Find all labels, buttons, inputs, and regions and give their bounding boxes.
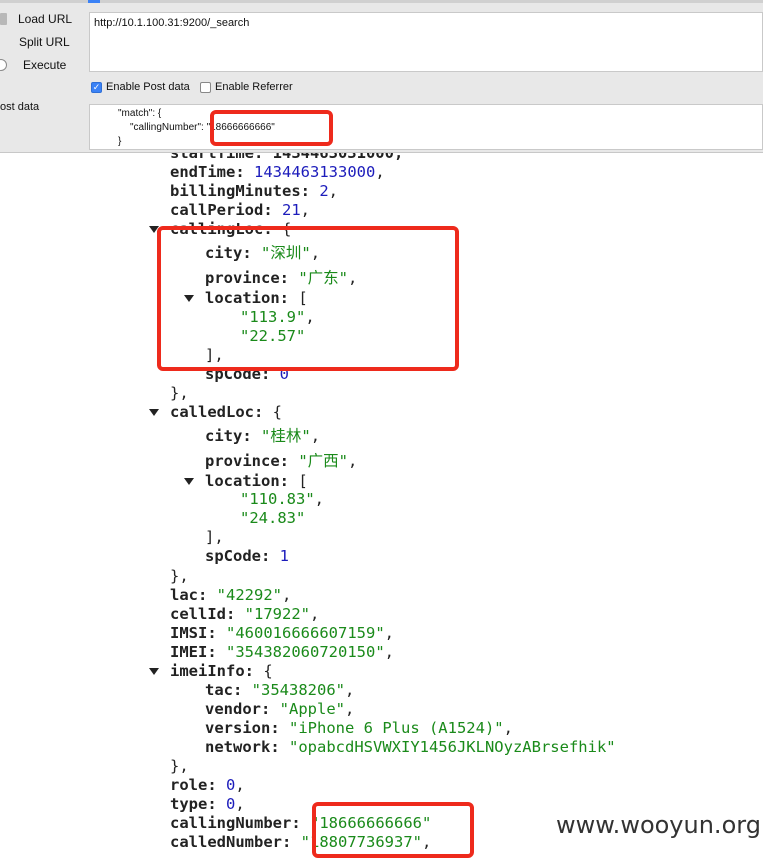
json-line-endtime: endTime: 1434463133000, [170,163,385,181]
json-line-calledloc: calledLoc: { [170,403,283,421]
json-line-imeiinfo: imeiInfo: { [170,662,273,680]
json-line-calledloc-location-close: ], [205,528,224,546]
highlight-callingloc [157,226,459,371]
json-line-callingloc-close: }, [170,384,189,402]
json-line-callperiod: callPeriod: 21, [170,201,311,219]
json-line-calledloc-close: }, [170,567,189,585]
enable-referrer-checkbox[interactable]: Enable Referrer [200,81,293,93]
json-line-imeiinfo-close: }, [170,757,189,775]
json-line-vendor: vendor: "Apple", [205,700,355,718]
hackbar-toolbar: Load URL Split URL Execute http://10.1.1… [0,0,763,153]
collapse-calledloc-icon[interactable] [149,409,159,416]
json-line-cellid: cellId: "17922", [170,605,320,623]
split-url-label: Split URL [19,35,70,49]
json-line-calledloc-spcode: spCode: 1 [205,547,290,565]
json-line-calledloc-province: province: "广西", [205,452,358,470]
split-url-button[interactable]: Split URL [0,33,70,51]
post-line-close: } [118,136,122,147]
execute-label: Execute [23,58,67,72]
highlight-post-callingnumber [210,110,333,146]
post-data-label: ost data [0,101,40,113]
highlight-callingnumber [312,802,474,858]
json-line-billingminutes: billingMinutes: 2, [170,182,339,200]
json-line-tac: tac: "35438206", [205,681,355,699]
json-line-type: type: 0, [170,795,245,813]
enable-post-checkbox[interactable]: ✓ Enable Post data [91,81,190,93]
enable-post-label: Enable Post data [106,81,190,93]
checkbox-empty-icon [200,81,211,93]
post-line-match: "match": { [118,108,162,119]
json-line-role: role: 0, [170,776,245,794]
url-value: http://10.1.100.31:9200/_search [94,17,250,29]
checkmark-icon: ✓ [91,81,102,93]
execute-icon [0,59,7,71]
execute-button[interactable]: Execute [0,56,66,74]
json-line-calledloc-location: location: [ [205,472,308,490]
json-line-network: network: "opabcdHSVWXIY1456JKLNOyzABrsef… [205,738,616,756]
toolbar-top-border [0,0,763,3]
url-textarea[interactable]: http://10.1.100.31:9200/_search [89,12,763,72]
load-url-button[interactable]: Load URL [0,10,72,28]
json-line-calledloc-loc0: "110.83", [240,490,324,508]
collapse-calledloc-location-icon[interactable] [184,478,194,485]
json-line-imei: IMEI: "354382060720150", [170,643,394,661]
watermark: www.wooyun.org [556,811,761,839]
load-url-label: Load URL [18,12,73,26]
collapse-imeiinfo-icon[interactable] [149,668,159,675]
enable-referrer-label: Enable Referrer [215,81,293,93]
split-url-icon [0,35,8,49]
json-line-calledloc-city: city: "桂林", [205,427,321,445]
toolbar-top-selection [88,0,100,3]
post-data-textarea[interactable]: "match": { "callingNumber": "18666666666… [89,104,763,150]
json-line-calledloc-loc1: "24.83" [240,509,306,527]
json-line-imsi: IMSI: "460016666607159", [170,624,394,642]
load-url-icon [0,13,7,25]
json-line-lac: lac: "42292", [170,586,292,604]
json-line-version: version: "iPhone 6 Plus (A1524)", [205,719,513,737]
